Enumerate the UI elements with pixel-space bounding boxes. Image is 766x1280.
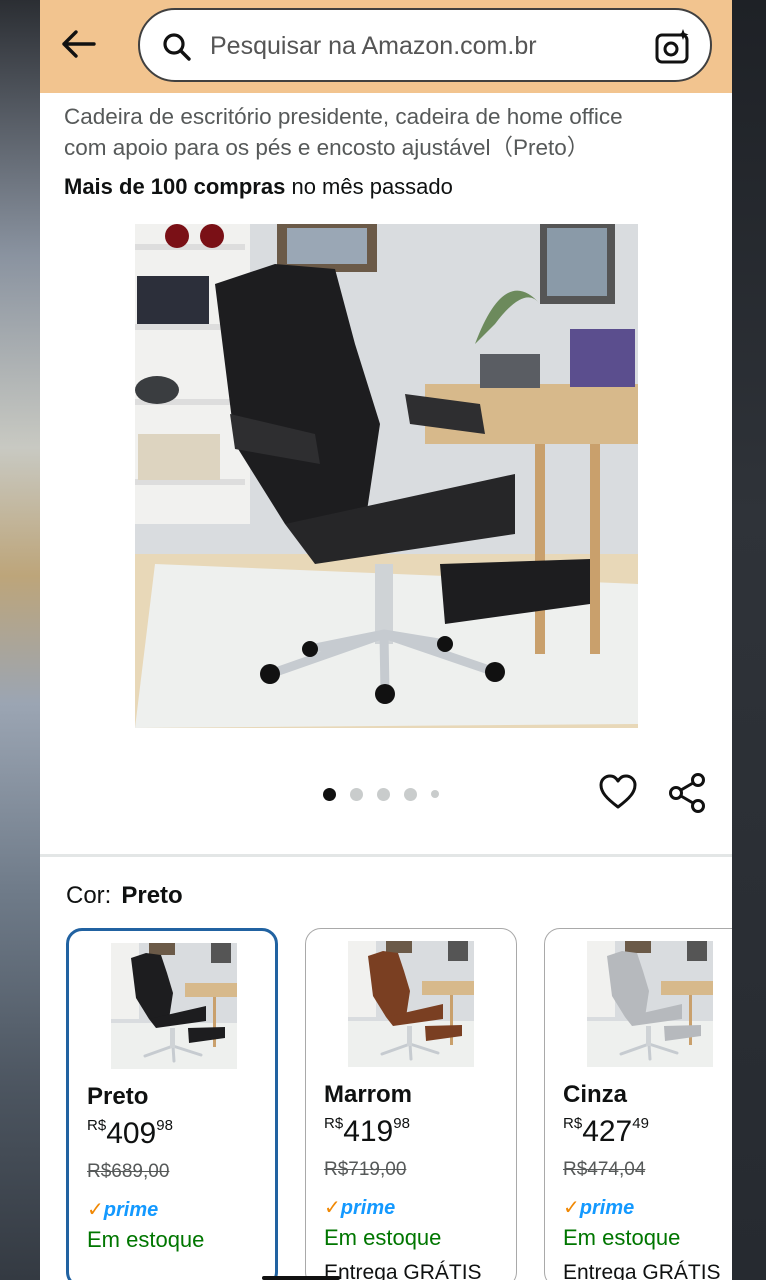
product-main-image[interactable]: [135, 224, 638, 728]
prime-check-icon: ✓: [563, 1197, 580, 1219]
variant-thumbnail: [111, 943, 237, 1069]
variant-price-cents: 98: [393, 1115, 410, 1132]
product-title: Cadeira de escritório presidente, cadeir…: [64, 101, 704, 163]
variant-price: R$41998: [324, 1115, 410, 1149]
color-selected-value: Preto: [121, 882, 183, 909]
variant-stock-status: Em estoque: [563, 1225, 681, 1250]
variant-list-price: R$474,04: [563, 1159, 646, 1180]
pagination-dot-1[interactable]: [323, 787, 336, 801]
prime-label: prime: [340, 1197, 396, 1219]
prime-label: prime: [579, 1197, 635, 1219]
section-divider: [40, 854, 732, 857]
color-label-text: Cor:: [66, 882, 112, 909]
variant-price-whole: 419: [343, 1115, 394, 1148]
variant-price-whole: 427: [582, 1115, 633, 1148]
product-title-line-1: Cadeira de escritório presidente, cadeir…: [64, 104, 623, 129]
variant-price-cents: 49: [632, 1115, 649, 1132]
purchase-count-rest: no mês passado: [285, 174, 453, 199]
home-indicator: [262, 1276, 340, 1280]
pagination-dot-5[interactable]: [431, 790, 439, 798]
variant-price: R$42749: [563, 1115, 649, 1149]
prime-check-icon: ✓: [87, 1199, 104, 1221]
variant-delivery: Entrega GRÁTIS: [563, 1261, 721, 1280]
chair-thumbnail-image: [111, 943, 237, 1069]
variant-delivery: Entrega GRÁTIS: [324, 1261, 482, 1280]
image-pagination: [323, 786, 439, 802]
product-title-line-2: com apoio para os pés e encosto ajustáve…: [64, 135, 590, 160]
pagination-dot-4[interactable]: [404, 787, 417, 801]
variant-thumbnail: [348, 941, 474, 1067]
camera-search-icon[interactable]: [654, 28, 692, 66]
heart-icon[interactable]: [598, 772, 638, 812]
prime-badge: ✓prime: [87, 1197, 158, 1222]
variant-card-cinza[interactable]: Cinza R$42749 R$474,04 ✓prime Em estoque Entr…: [544, 928, 732, 1280]
chair-thumbnail-image: [587, 941, 713, 1067]
variant-card-marrom[interactable]: Marrom R$41998 R$719,00 ✓prime Em estoque Ent…: [305, 928, 517, 1280]
share-icon[interactable]: [667, 772, 707, 814]
variant-list-price: R$689,00: [87, 1161, 170, 1182]
chair-product-photo: [135, 224, 638, 728]
prime-badge: ✓prime: [563, 1195, 634, 1220]
search-input[interactable]: [210, 28, 630, 64]
chair-thumbnail-image: [348, 941, 474, 1067]
back-button[interactable]: [56, 22, 100, 66]
pagination-dot-2[interactable]: [350, 787, 363, 801]
variant-price-currency: R$: [87, 1117, 107, 1134]
back-arrow-icon: [62, 30, 96, 58]
background-left: [0, 0, 40, 1280]
variant-price-currency: R$: [563, 1115, 583, 1132]
header-bar: [40, 0, 732, 93]
prime-label: prime: [103, 1199, 159, 1221]
variant-card-preto[interactable]: Preto R$40998 R$689,00 ✓prime Em estoque: [66, 928, 278, 1280]
app-screen: Cadeira de escritório presidente, cadeir…: [40, 0, 732, 1280]
search-icon: [163, 33, 191, 61]
purchase-count-bold: Mais de 100 compras: [64, 174, 286, 199]
variant-stock-status: Em estoque: [87, 1227, 205, 1252]
variant-price: R$40998: [87, 1117, 173, 1151]
purchase-count: Mais de 100 compras no mês passado: [64, 174, 453, 200]
variant-price-whole: 409: [106, 1117, 157, 1150]
variant-name: Cinza: [563, 1081, 628, 1108]
variant-price-currency: R$: [324, 1115, 344, 1132]
search-bar[interactable]: [138, 8, 712, 82]
variant-name: Marrom: [324, 1081, 413, 1108]
color-selector-label: Cor: Preto: [66, 882, 183, 910]
variant-name: Preto: [87, 1083, 149, 1110]
variant-stock-status: Em estoque: [324, 1225, 442, 1250]
variant-thumbnail: [587, 941, 713, 1067]
variant-list-price: R$719,00: [324, 1159, 407, 1180]
background-right: [732, 0, 766, 1280]
variant-price-cents: 98: [156, 1117, 173, 1134]
pagination-dot-3[interactable]: [377, 787, 390, 801]
prime-badge: ✓prime: [324, 1195, 395, 1220]
prime-check-icon: ✓: [324, 1197, 341, 1219]
